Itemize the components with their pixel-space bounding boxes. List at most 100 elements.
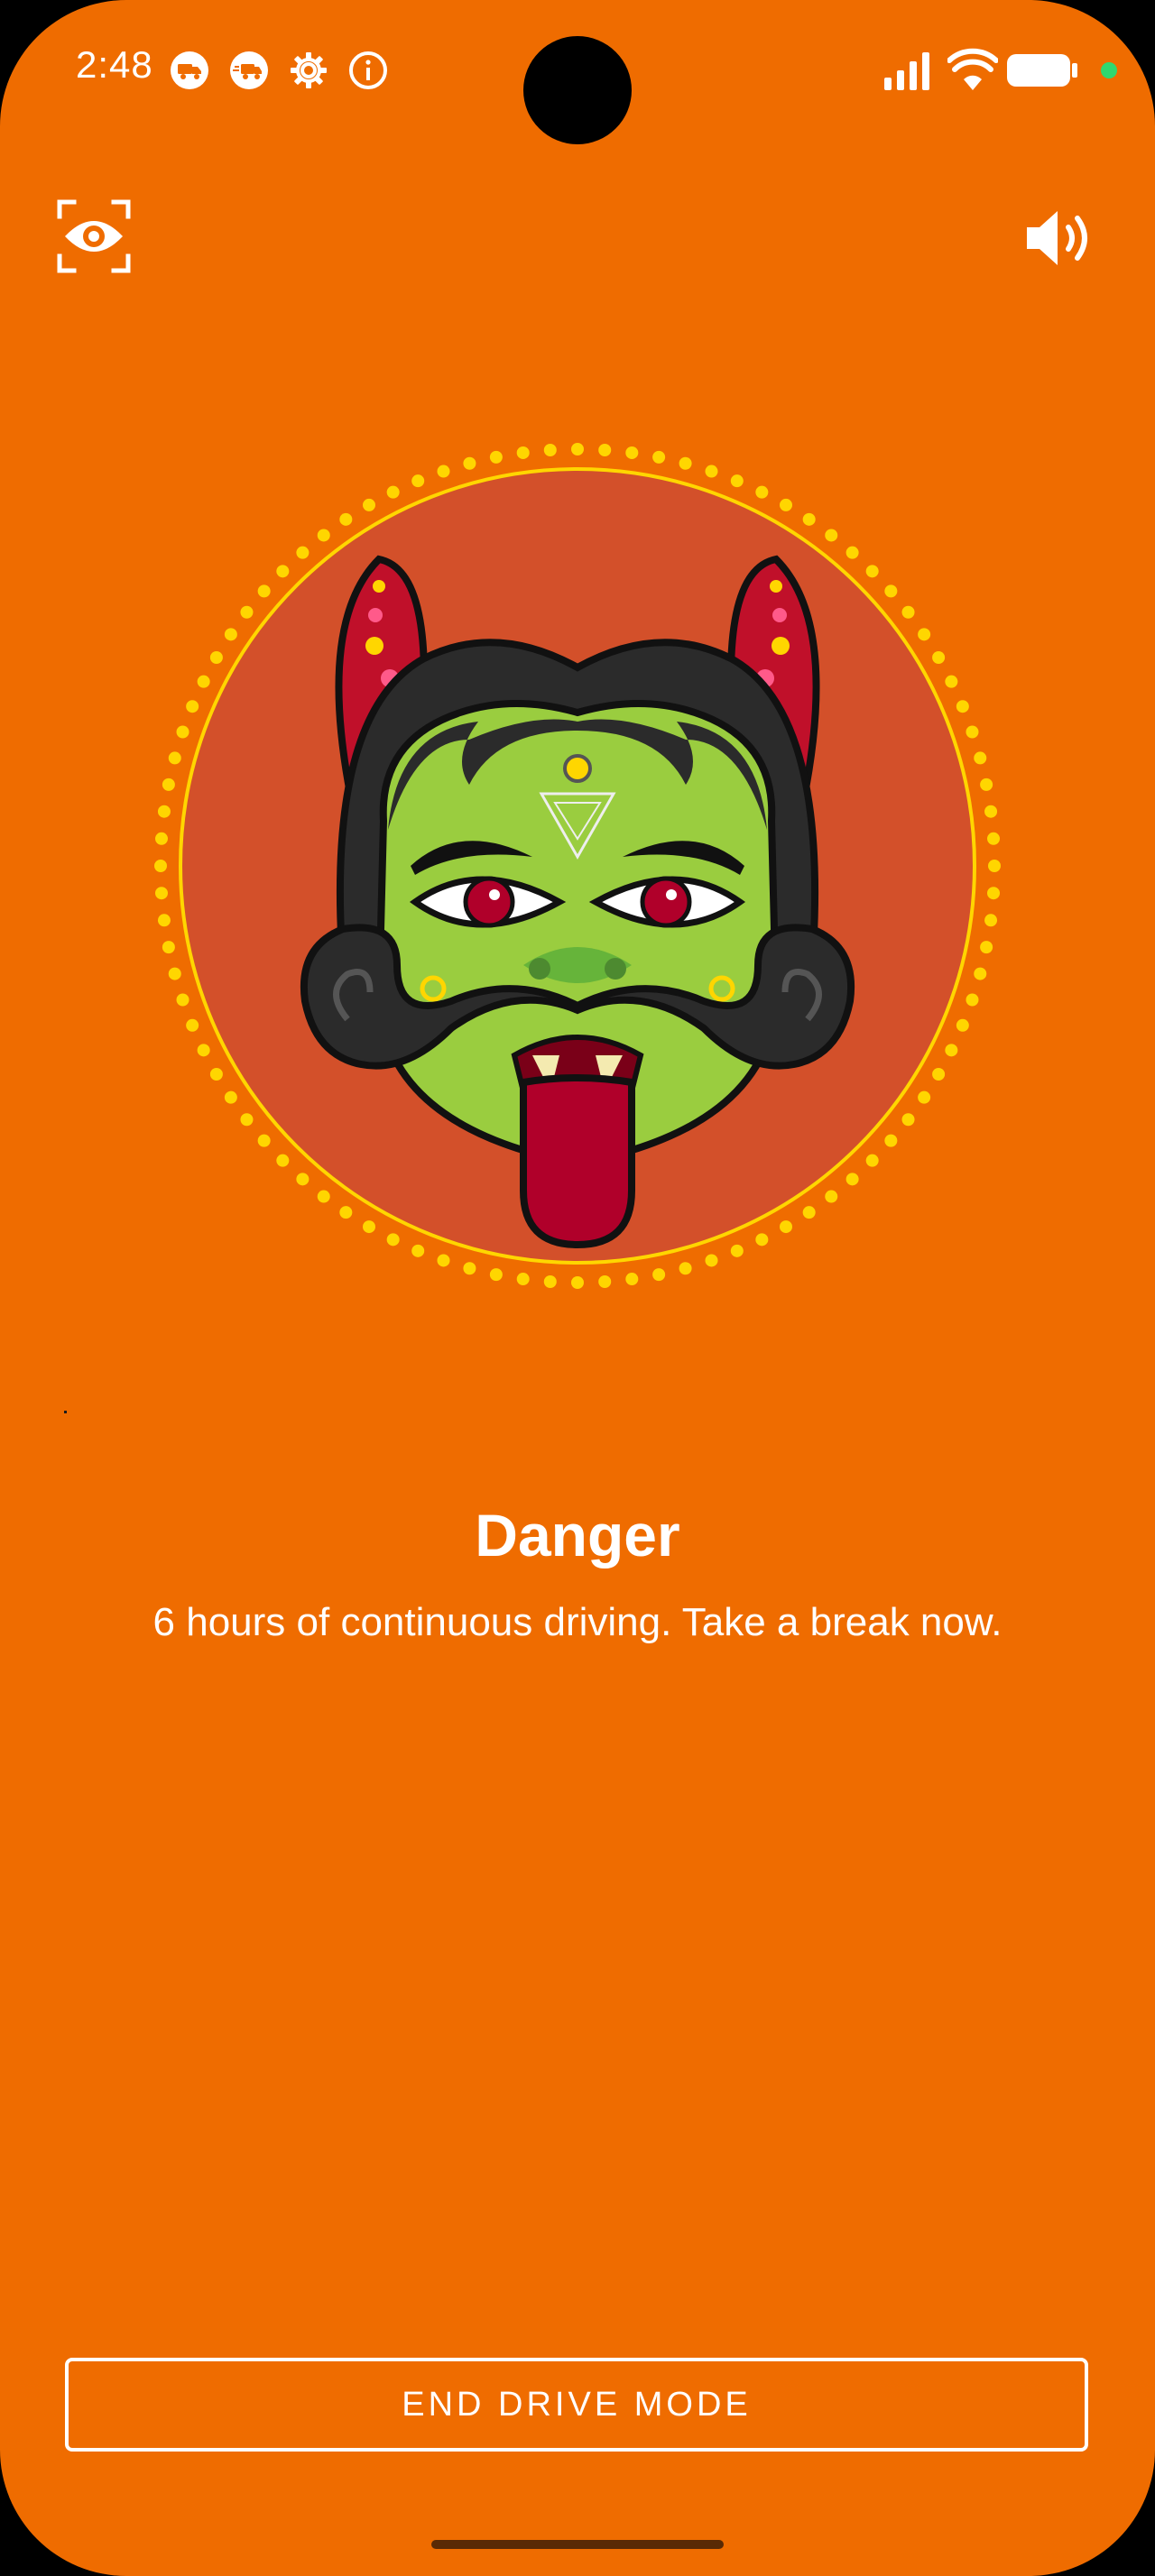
ring-dot [974,967,987,980]
ring-dot [625,1273,639,1286]
ring-dot [240,605,254,619]
ring-dot [224,628,237,641]
ring-dot [437,465,450,478]
ring-dot [918,628,931,641]
ring-dot [296,1173,310,1186]
ring-dot [984,805,998,818]
ring-dot [240,1113,254,1127]
ring-dot [209,1068,223,1081]
ring-dot [980,777,993,791]
ring-dot [186,1018,199,1032]
ring-dot [363,498,375,511]
ring-dot [730,474,744,488]
ring-dot [168,751,181,765]
ring-dot [162,941,175,954]
ring-dot [154,860,167,872]
ring-dot [386,485,400,499]
ring-dot [705,465,718,478]
info-icon [349,51,387,89]
ring-dot [865,565,879,578]
status-bar: 2:48 [0,0,1155,144]
ring-dot [825,1190,838,1203]
ring-dot [932,651,946,664]
ring-dot [516,1273,530,1286]
ring-dot [176,993,189,1007]
ring-dot [571,443,584,455]
ring-dot [224,1090,237,1104]
ring-dot [884,584,898,598]
ring-dot [865,1154,879,1167]
ring-dot [168,967,181,980]
drive-mode-screen: 2:48 Danger 6 hours of continuous drivin… [0,0,1155,2576]
end-drive-mode-button[interactable]: END DRIVE MODE [65,2358,1088,2452]
ring-dot [571,1276,584,1289]
ring-dot [276,565,290,578]
ring-dot [197,1044,210,1057]
ring-dot [437,1254,450,1267]
ring-dot [932,1068,946,1081]
eye-scan-icon[interactable] [56,198,132,274]
ring-dot [825,529,838,542]
front-camera [523,36,632,144]
ring-dot [157,914,171,927]
ring-dot [317,1190,330,1203]
ring-dot [974,751,987,765]
fast-delivery-icon [230,51,268,89]
ring-dot [988,860,1001,872]
ring-dot [257,584,271,598]
ring-dot [705,1254,718,1267]
ring-dot [363,1220,375,1234]
ring-dot [154,832,168,845]
settings-gear-icon [291,52,327,88]
ring-dot [197,675,210,688]
ring-dot [598,443,612,456]
home-indicator[interactable] [431,2540,724,2549]
ring-dot [987,832,1001,845]
ring-dot [209,651,223,664]
wifi-icon [947,48,998,90]
ring-dot [845,546,859,559]
status-time: 2:48 [76,43,153,86]
tongue [520,1074,635,1249]
ring-dot [730,1244,744,1257]
ring-dot [755,1233,769,1247]
stray-dot [64,1411,67,1413]
ring-dot [598,1275,612,1289]
ring-dot [157,805,171,818]
signal-icon [884,52,929,90]
ring-dot [543,1275,557,1289]
ring-dot [918,1090,931,1104]
privacy-dot-icon [1101,62,1117,78]
ring-dot [901,1113,915,1127]
ring-dot [780,1220,792,1234]
ring-dot [966,725,979,739]
ring-dot [901,605,915,619]
ring-dot [945,675,958,688]
ring-dot [966,993,979,1007]
ring-dot [489,450,503,464]
volume-icon[interactable] [1021,200,1097,276]
delivery-truck-icon [171,51,208,89]
ring-dot [463,1262,476,1275]
ring-dot [411,1244,425,1257]
ring-dot [257,1134,271,1147]
ring-dot [154,887,168,900]
alert-message: 6 hours of continuous driving. Take a br… [152,1600,1003,1644]
ring-dot [162,777,175,791]
ring-dot [984,914,998,927]
ring-dot [339,512,353,526]
ring-dot [780,498,792,511]
ring-dot [386,1233,400,1247]
ring-dot [339,1206,353,1219]
ring-dot [652,450,666,464]
ring-dot [845,1173,859,1186]
ring-dot [652,1268,666,1282]
ring-dot [956,1018,969,1032]
ring-dot [980,941,993,954]
battery-icon [1007,54,1077,87]
ring-dot [802,1206,816,1219]
ring-dot [463,456,476,470]
ring-dot [317,529,330,542]
ring-dot [625,446,639,459]
danger-mask-illustration [154,443,1001,1289]
